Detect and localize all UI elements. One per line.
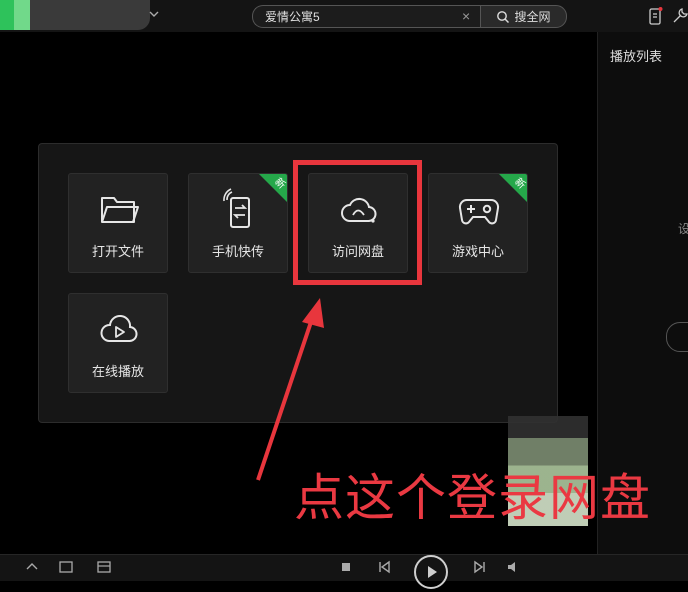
search-all-button[interactable]: 搜全网 [480, 5, 567, 28]
folder-icon [101, 197, 139, 223]
tile-phone-transfer[interactable]: 手机快传 新 [188, 173, 288, 273]
playlist-empty-text: 设 [678, 222, 688, 236]
tile-label-game-center: 游戏中心 [451, 244, 504, 259]
playlist-title: 播放列表 [610, 49, 663, 64]
volume-icon[interactable] [506, 559, 522, 575]
tile-game-center[interactable]: 游戏中心 新 [428, 173, 528, 273]
phone-icon[interactable] [645, 6, 665, 26]
top-bar: × 搜全网 [0, 0, 688, 32]
bottom-control-bar [0, 554, 688, 589]
annotation-text: 点这个登录网盘 [294, 469, 651, 527]
tile-online-play[interactable]: 在线播放 [68, 293, 168, 393]
search-input[interactable] [265, 8, 455, 25]
clear-search-icon[interactable]: × [462, 7, 470, 26]
app-logo[interactable] [0, 0, 150, 30]
search-all-label: 搜全网 [514, 10, 551, 24]
play-button[interactable] [414, 555, 448, 589]
cloud-play-icon [100, 315, 138, 342]
search-box: × [252, 5, 481, 28]
phone-transfer-icon [223, 188, 250, 228]
chevron-up-icon[interactable] [24, 559, 40, 575]
stop-icon[interactable] [338, 559, 354, 575]
tile-label-phone-transfer: 手机快传 [211, 244, 264, 259]
tile-label-online-play: 在线播放 [91, 364, 144, 379]
search-icon [497, 10, 510, 23]
chevron-down-icon[interactable] [148, 8, 160, 20]
tools-icon[interactable] [670, 6, 688, 26]
next-icon[interactable] [472, 559, 488, 575]
play-icon [428, 566, 437, 578]
screenshot-icon[interactable] [96, 559, 112, 575]
playlist-add-button[interactable] [666, 322, 688, 352]
gamepad-icon [458, 198, 500, 225]
previous-icon[interactable] [376, 559, 392, 575]
tile-open-file[interactable]: 打开文件 [68, 173, 168, 273]
tile-label-open-file: 打开文件 [91, 244, 144, 259]
window-icon[interactable] [58, 559, 74, 575]
highlight-box [293, 160, 422, 285]
